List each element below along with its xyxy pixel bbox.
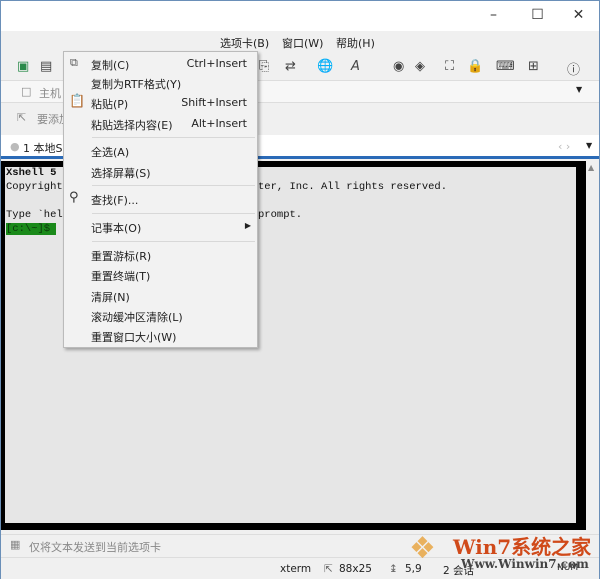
menu-item-paste[interactable]: 📋 粘贴(P) Shift+Insert (64, 93, 257, 113)
menu-separator (92, 185, 255, 186)
tab-scroll-arrows[interactable]: ‹ › (558, 140, 570, 153)
menu-item-reset-window-size[interactable]: 重置窗口大小(W) (64, 326, 257, 346)
menu-item-find[interactable]: ⚲ 查找(F)... (64, 189, 257, 209)
lock-icon: □ (21, 85, 32, 98)
windows-logo-icon: ❖ (409, 531, 436, 566)
open-folder-icon[interactable]: ▤ (40, 59, 52, 74)
close-button[interactable]: ✕ (556, 1, 600, 31)
menu-item-clear-scrollback[interactable]: 滚动缓冲区清除(L) (64, 306, 257, 326)
size-icon: ⇱ (324, 563, 333, 575)
help-icon[interactable]: ⓘ (567, 59, 580, 78)
copy-icon: ⧉ (70, 56, 78, 69)
menu-window[interactable]: 窗口(W) (282, 35, 323, 51)
status-size: 88x25 (339, 563, 372, 575)
terminal-line: prompt. (258, 209, 303, 221)
menu-item-clear-screen[interactable]: 清屏(N) (64, 286, 257, 306)
menu-item-reset-cursor[interactable]: 重置游标(R) (64, 245, 257, 265)
menu-item-select-screen[interactable]: 选择屏幕(S) (64, 162, 257, 182)
compose-label: 仅将文本发送到当前选项卡 (29, 541, 161, 554)
submenu-arrow-icon: ▶ (244, 221, 251, 230)
print-icon[interactable]: ⎘ (259, 59, 269, 74)
new-session-icon[interactable]: ▣ (17, 59, 29, 74)
menu-item-reset-terminal[interactable]: 重置终端(T) (64, 265, 257, 285)
globe-icon[interactable]: 🌐 (317, 59, 333, 74)
menu-separator (92, 241, 255, 242)
tab-local-shell[interactable]: 1 本地S (23, 140, 62, 156)
add-tab-icon[interactable]: ⊞ (528, 59, 539, 74)
menu-separator (92, 137, 255, 138)
terminal-line: ter, Inc. All rights reserved. (258, 181, 448, 193)
status-term: xterm (280, 563, 312, 575)
keyboard-icon[interactable]: ⌨ (496, 59, 515, 74)
watermark-text: Win7系统之家 (453, 535, 592, 559)
address-label: 主机 (39, 87, 61, 100)
watermark-logo: ❖ Win7系统之家 Www.Winwin7.com (401, 529, 600, 579)
app-window: – ☐ ✕ 选项卡(B) 窗口(W) 帮助(H) ▣ ▤ ⎘ ⇄ 🌐 A ◉ ◈… (0, 0, 600, 579)
menu-item-copy-rtf[interactable]: 复制为RTF格式(Y) (64, 73, 257, 93)
script-icon[interactable]: ◈ (415, 59, 425, 74)
lock-icon[interactable]: 🔒 (467, 59, 483, 74)
menu-item-paste-selection[interactable]: 粘贴选择内容(E) Alt+Insert (64, 114, 257, 134)
compose-icon: ▦ (10, 538, 21, 551)
menu-item-copy[interactable]: ⧉ 复制(C) Ctrl+Insert (64, 54, 257, 74)
menu-item-notepad[interactable]: 记事本(O) ▶ (64, 217, 257, 237)
tab-status-icon: ● (10, 140, 20, 153)
xftp-icon[interactable]: ◉ (393, 59, 404, 74)
fullscreen-icon[interactable]: ⛶ (445, 59, 454, 74)
watermark-url: Www.Winwin7.com (461, 557, 589, 571)
title-bar: – ☐ ✕ (1, 1, 599, 31)
terminal-line: Xshell 5 (6, 167, 57, 179)
terminal-prompt: [c:\~]$ (6, 223, 57, 235)
paste-icon: 📋 (69, 94, 86, 109)
menu-help[interactable]: 帮助(H) (336, 35, 375, 51)
menu-item-select-all[interactable]: 全选(A) (64, 141, 257, 161)
search-icon: ⚲ (69, 190, 79, 205)
chevron-down-icon[interactable]: ▼ (576, 85, 582, 94)
tab-menu-icon[interactable]: ▼ (586, 141, 592, 150)
link-icon: ⇱ (17, 111, 27, 124)
terminal-line: Type `hel (6, 209, 63, 221)
font-icon[interactable]: A (351, 59, 360, 74)
terminal-line: Copyright (6, 181, 63, 193)
scroll-up-icon[interactable]: ▲ (588, 163, 594, 172)
menu-bar: 选项卡(B) 窗口(W) 帮助(H) (1, 33, 599, 51)
context-menu: ⧉ 复制(C) Ctrl+Insert 复制为RTF格式(Y) 📋 粘贴(P) Shif… (63, 51, 258, 348)
cursor-icon: ↨ (389, 563, 398, 575)
transfer-icon[interactable]: ⇄ (285, 59, 296, 74)
minimize-button[interactable]: – (471, 1, 516, 31)
menu-separator (92, 213, 255, 214)
vertical-scrollbar[interactable]: ▲ (586, 161, 599, 530)
menu-tabs[interactable]: 选项卡(B) (220, 35, 269, 51)
maximize-button[interactable]: ☐ (515, 1, 560, 31)
